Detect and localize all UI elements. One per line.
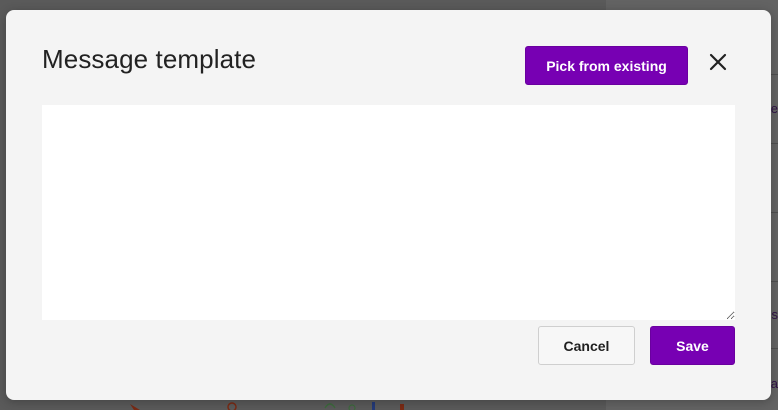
background-text-fragment: e: [770, 101, 778, 116]
message-template-modal: Message template Pick from existing Canc…: [6, 10, 771, 400]
modal-title: Message template: [42, 44, 257, 74]
background-text-fragment: s: [771, 307, 778, 322]
save-button[interactable]: Save: [650, 326, 735, 365]
pick-from-existing-button[interactable]: Pick from existing: [525, 46, 688, 85]
cancel-button[interactable]: Cancel: [538, 326, 635, 365]
background-text-fragment: a: [770, 376, 778, 391]
close-button[interactable]: [704, 48, 732, 76]
close-icon: [709, 53, 727, 71]
message-template-textarea[interactable]: [42, 105, 735, 320]
